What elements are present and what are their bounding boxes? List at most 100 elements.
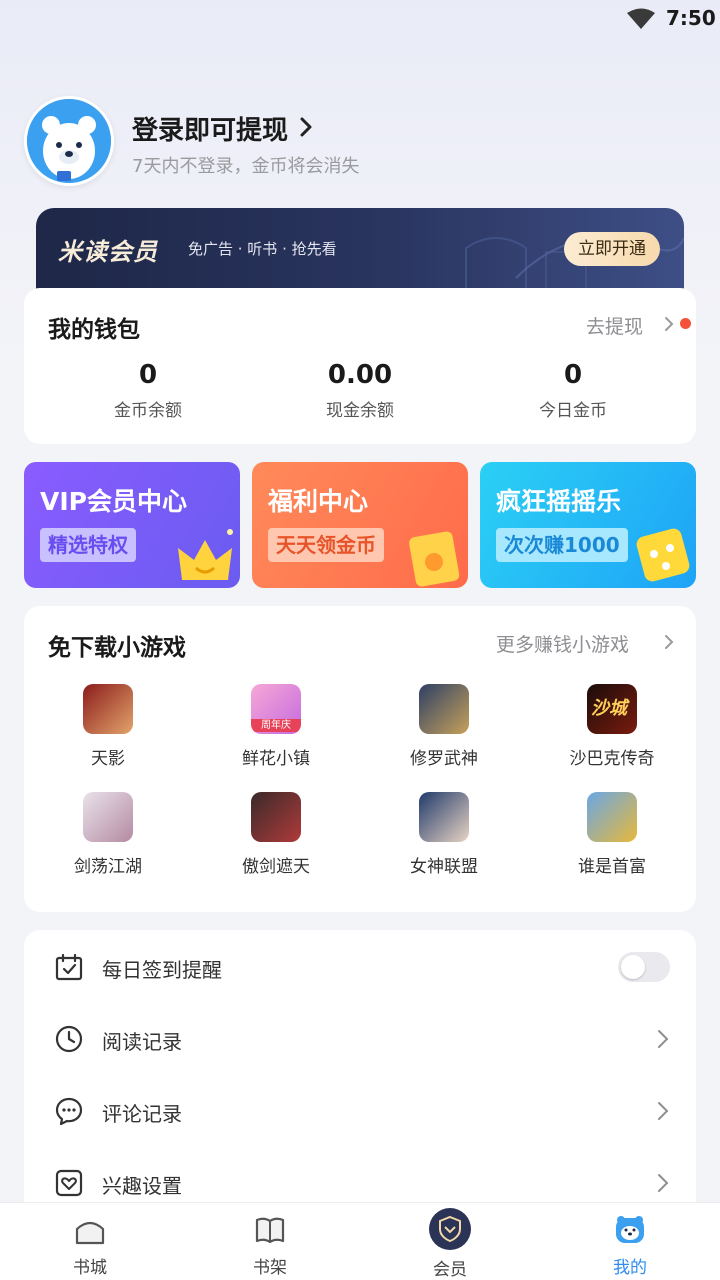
game-badge: 沙城 (591, 698, 627, 719)
tab-label: 我的 (613, 1258, 647, 1278)
stat-cash-balance[interactable]: 0.00 现金余额 (270, 358, 450, 421)
tab-label: 书架 (253, 1258, 287, 1278)
clock-icon (55, 1025, 83, 1053)
dice-icon (636, 528, 690, 582)
tab-bookshelf[interactable]: 书架 (180, 1203, 360, 1280)
chevron-right-icon[interactable] (662, 314, 676, 334)
bookstore-icon (75, 1221, 105, 1245)
wifi-icon (627, 8, 655, 29)
settings-menu: 每日签到提醒 阅读记录 评论记录 兴趣设置 (24, 930, 696, 1202)
game-item[interactable]: 女神联盟 (376, 792, 512, 877)
chevron-right-icon (658, 1030, 669, 1048)
bear-profile-icon (616, 1216, 644, 1243)
toggle-knob (621, 955, 645, 979)
game-name: 修罗武神 (410, 749, 478, 769)
game-name: 女神联盟 (410, 857, 478, 877)
menu-label: 兴趣设置 (102, 1174, 182, 1198)
game-goddess-league-icon[interactable] (419, 792, 469, 842)
game-item[interactable]: 谁是首富 (544, 792, 680, 877)
status-time: 7:50 (666, 6, 716, 30)
promo-tag: 精选特权 (40, 528, 136, 562)
game-name: 剑荡江湖 (74, 857, 142, 877)
menu-label: 每日签到提醒 (102, 958, 222, 982)
games-title: 免下载小游戏 (48, 635, 186, 661)
game-richest-icon[interactable] (587, 792, 637, 842)
tab-label: 书城 (73, 1258, 107, 1278)
tab-vip[interactable]: 会员 (360, 1203, 540, 1280)
game-item[interactable]: 天影 (40, 684, 176, 769)
stat-label: 今日金币 (539, 401, 607, 421)
comment-icon (55, 1097, 83, 1126)
promo-title: 福利中心 (268, 487, 369, 516)
tab-bookstore[interactable]: 书城 (0, 1203, 180, 1280)
login-subtitle: 7天内不登录，金币将会消失 (132, 156, 360, 177)
bottom-tab-bar: 书城 书架 会员 我的 (0, 1202, 720, 1280)
more-games-link[interactable]: 更多赚钱小游戏 (496, 630, 629, 657)
game-aojian-icon[interactable] (251, 792, 301, 842)
game-name: 天影 (91, 749, 125, 769)
stat-value: 0 (563, 360, 583, 390)
menu-label: 评论记录 (102, 1102, 182, 1126)
bear-avatar-icon (27, 99, 111, 183)
promo-tag: 天天领金币 (268, 528, 384, 562)
game-item[interactable]: 剑荡江湖 (40, 792, 176, 877)
heart-icon (55, 1169, 83, 1197)
game-item[interactable]: 傲剑遮天 (208, 792, 344, 877)
mini-games-card: 免下载小游戏 更多赚钱小游戏 天影 周年庆 鲜花小镇 修罗武神 沙城 沙巴克传奇… (24, 606, 696, 912)
stat-label: 金币余额 (114, 401, 182, 421)
notification-dot (680, 318, 691, 329)
checkin-reminder-toggle[interactable] (618, 952, 670, 982)
promo-title: 疯狂摇摇乐 (496, 487, 622, 516)
game-item[interactable]: 沙城 沙巴克传奇 (544, 684, 680, 769)
promo-tag: 次次赚1000 (496, 528, 628, 562)
chevron-right-icon[interactable] (662, 632, 676, 652)
game-name: 鲜花小镇 (242, 749, 310, 769)
stat-value: 0.00 (327, 360, 393, 390)
game-tianying-icon[interactable] (83, 684, 133, 734)
wallet-card: 我的钱包 去提现 0 金币余额 0.00 现金余额 0 今日金币 (24, 288, 696, 444)
red-envelope-icon (409, 531, 460, 587)
profile-header[interactable]: 登录即可提现 7天内不登录，金币将会消失 (24, 96, 704, 186)
game-item[interactable]: 周年庆 鲜花小镇 (208, 684, 344, 769)
stat-label: 现金余额 (326, 401, 394, 421)
game-name: 傲剑遮天 (242, 857, 310, 877)
menu-item-checkin-reminder[interactable]: 每日签到提醒 (24, 930, 696, 1002)
chevron-right-icon (658, 1102, 669, 1120)
tab-mine[interactable]: 我的 (540, 1203, 720, 1280)
menu-label: 阅读记录 (102, 1030, 182, 1054)
status-bar: 7:50 (0, 0, 720, 38)
menu-item-reading-history[interactable]: 阅读记录 (24, 1002, 696, 1074)
tab-label: 会员 (433, 1260, 467, 1280)
vip-shield-icon (429, 1208, 471, 1250)
login-title[interactable]: 登录即可提现 (132, 110, 288, 147)
promo-vip-center[interactable]: VIP会员中心 精选特权 (24, 462, 240, 588)
bookshelf-icon (255, 1217, 285, 1244)
menu-item-comment-history[interactable]: 评论记录 (24, 1074, 696, 1146)
game-jiandang-icon[interactable] (83, 792, 133, 842)
vip-description: 免广告 · 听书 · 抢先看 (188, 240, 337, 258)
stat-today-coins[interactable]: 0 今日金币 (483, 358, 663, 421)
stat-coin-balance[interactable]: 0 金币余额 (58, 358, 238, 421)
menu-item-interest-settings[interactable]: 兴趣设置 (24, 1146, 696, 1202)
chevron-right-icon (300, 117, 312, 137)
avatar[interactable] (24, 96, 114, 186)
withdraw-link[interactable]: 去提现 (586, 312, 643, 339)
game-name: 谁是首富 (578, 857, 646, 877)
crown-icon (178, 529, 233, 580)
game-flower-town-icon[interactable]: 周年庆 (251, 684, 301, 734)
vip-logo: 米读会员 (58, 238, 158, 266)
calendar-check-icon (55, 953, 83, 981)
chevron-right-icon (658, 1174, 669, 1192)
wallet-title: 我的钱包 (48, 317, 140, 343)
game-name: 沙巴克传奇 (569, 749, 655, 769)
promo-welfare-center[interactable]: 福利中心 天天领金币 (252, 462, 468, 588)
game-shura-icon[interactable] (419, 684, 469, 734)
game-shabake-icon[interactable]: 沙城 (587, 684, 637, 734)
vip-banner[interactable]: 米读会员 免广告 · 听书 · 抢先看 立即开通 (36, 208, 684, 292)
game-item[interactable]: 修罗武神 (376, 684, 512, 769)
vip-open-button[interactable]: 立即开通 (564, 232, 660, 266)
game-badge: 周年庆 (251, 719, 301, 732)
promo-shake-game[interactable]: 疯狂摇摇乐 次次赚1000 (480, 462, 696, 588)
promo-title: VIP会员中心 (40, 487, 187, 516)
stat-value: 0 (138, 360, 158, 390)
